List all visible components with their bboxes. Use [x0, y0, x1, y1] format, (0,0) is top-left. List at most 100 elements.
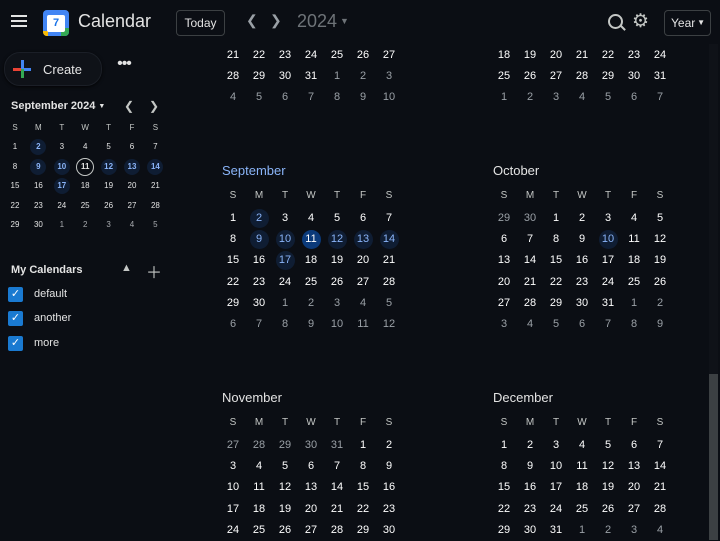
- day-cell[interactable]: 13: [298, 477, 324, 498]
- day-cell[interactable]: 6: [272, 87, 298, 108]
- gear-icon[interactable]: ⚙: [632, 12, 649, 32]
- day-cell[interactable]: 10: [220, 477, 246, 498]
- mini-day-cell[interactable]: 3: [98, 215, 120, 235]
- day-cell[interactable]: 6: [220, 314, 246, 335]
- day-cell[interactable]: 26: [324, 272, 350, 293]
- day-cell[interactable]: 5: [246, 87, 272, 108]
- day-cell[interactable]: 10: [543, 456, 569, 477]
- day-cell[interactable]: 22: [246, 45, 272, 66]
- day-cell[interactable]: 3: [621, 520, 647, 541]
- day-cell[interactable]: 22: [350, 499, 376, 520]
- scrollbar[interactable]: [709, 44, 718, 540]
- mini-day-cell[interactable]: 8: [4, 157, 26, 177]
- day-cell[interactable]: 16: [517, 477, 543, 498]
- day-cell[interactable]: 26: [350, 45, 376, 66]
- mini-day-cell[interactable]: 28: [144, 196, 166, 216]
- day-cell[interactable]: 8: [220, 229, 246, 250]
- day-cell[interactable]: 31: [647, 66, 673, 87]
- mini-day-cell[interactable]: 2: [27, 137, 49, 157]
- day-cell[interactable]: 27: [621, 499, 647, 520]
- day-cell[interactable]: 30: [272, 66, 298, 87]
- day-cell[interactable]: 20: [491, 272, 517, 293]
- day-cell[interactable]: 28: [246, 435, 272, 456]
- day-cell[interactable]: 12: [376, 314, 402, 335]
- day-cell[interactable]: 19: [647, 250, 673, 271]
- day-cell[interactable]: 7: [517, 229, 543, 250]
- day-cell[interactable]: 29: [272, 435, 298, 456]
- day-cell[interactable]: 14: [376, 229, 402, 250]
- day-cell[interactable]: 30: [376, 520, 402, 541]
- day-cell[interactable]: 3: [376, 66, 402, 87]
- add-calendar-icon[interactable]: ＋: [146, 259, 162, 283]
- day-cell[interactable]: 14: [517, 250, 543, 271]
- checkbox-checked-icon[interactable]: ✓: [8, 335, 23, 351]
- day-cell[interactable]: 31: [595, 293, 621, 314]
- day-cell[interactable]: 4: [246, 456, 272, 477]
- day-cell[interactable]: 25: [569, 499, 595, 520]
- day-cell[interactable]: 27: [491, 293, 517, 314]
- day-cell[interactable]: 28: [220, 66, 246, 87]
- mini-day-cell[interactable]: 16: [27, 176, 49, 196]
- day-cell[interactable]: 1: [324, 66, 350, 87]
- mini-day-cell[interactable]: 27: [121, 196, 143, 216]
- day-cell[interactable]: 1: [220, 208, 246, 229]
- day-cell[interactable]: 8: [324, 87, 350, 108]
- day-cell[interactable]: 19: [324, 250, 350, 271]
- day-cell[interactable]: 4: [569, 87, 595, 108]
- day-cell[interactable]: 2: [376, 435, 402, 456]
- day-cell[interactable]: 8: [350, 456, 376, 477]
- day-cell[interactable]: 21: [376, 250, 402, 271]
- mini-day-cell[interactable]: 4: [74, 137, 96, 157]
- day-cell[interactable]: 20: [350, 250, 376, 271]
- day-cell[interactable]: 21: [569, 45, 595, 66]
- chevron-up-icon[interactable]: ▲: [121, 262, 132, 274]
- day-cell[interactable]: 8: [543, 229, 569, 250]
- day-cell[interactable]: 1: [621, 293, 647, 314]
- day-cell[interactable]: 30: [569, 293, 595, 314]
- day-cell[interactable]: 9: [246, 229, 272, 250]
- day-cell[interactable]: 6: [621, 435, 647, 456]
- day-cell[interactable]: 5: [543, 314, 569, 335]
- day-cell[interactable]: 30: [621, 66, 647, 87]
- mini-day-cell[interactable]: 15: [4, 176, 26, 196]
- mini-day-cell[interactable]: 20: [121, 176, 143, 196]
- day-cell[interactable]: 1: [491, 435, 517, 456]
- day-cell[interactable]: 20: [621, 477, 647, 498]
- day-cell[interactable]: 10: [324, 314, 350, 335]
- mini-day-cell[interactable]: 3: [51, 137, 73, 157]
- day-cell[interactable]: 22: [220, 272, 246, 293]
- mini-day-cell[interactable]: 26: [98, 196, 120, 216]
- day-cell[interactable]: 24: [298, 45, 324, 66]
- day-cell[interactable]: 30: [298, 435, 324, 456]
- day-cell[interactable]: 24: [595, 272, 621, 293]
- day-cell[interactable]: 15: [220, 250, 246, 271]
- day-cell[interactable]: 18: [569, 477, 595, 498]
- day-cell[interactable]: 28: [569, 66, 595, 87]
- day-cell[interactable]: 23: [569, 272, 595, 293]
- day-cell[interactable]: 7: [595, 314, 621, 335]
- day-cell[interactable]: 17: [595, 250, 621, 271]
- day-cell[interactable]: 5: [647, 208, 673, 229]
- mini-day-cell[interactable]: 9: [27, 157, 49, 177]
- mini-day-cell[interactable]: 29: [4, 215, 26, 235]
- day-cell[interactable]: 4: [517, 314, 543, 335]
- day-cell[interactable]: 3: [272, 208, 298, 229]
- day-cell[interactable]: 3: [543, 435, 569, 456]
- day-cell[interactable]: 11: [621, 229, 647, 250]
- day-cell[interactable]: 9: [350, 87, 376, 108]
- chevron-left-icon[interactable]: ❮: [246, 12, 258, 29]
- day-cell[interactable]: 30: [517, 208, 543, 229]
- day-cell[interactable]: 27: [543, 66, 569, 87]
- day-cell[interactable]: 12: [324, 229, 350, 250]
- day-cell[interactable]: 1: [350, 435, 376, 456]
- day-cell[interactable]: 29: [350, 520, 376, 541]
- mini-day-cell[interactable]: 17: [51, 176, 73, 196]
- mini-day-cell[interactable]: 21: [144, 176, 166, 196]
- day-cell[interactable]: 4: [647, 520, 673, 541]
- day-cell[interactable]: 2: [517, 87, 543, 108]
- day-cell[interactable]: 8: [272, 314, 298, 335]
- day-cell[interactable]: 2: [246, 208, 272, 229]
- day-cell[interactable]: 10: [272, 229, 298, 250]
- checkbox-checked-icon[interactable]: ✓: [8, 287, 23, 302]
- mini-next-icon[interactable]: ❯: [149, 99, 159, 113]
